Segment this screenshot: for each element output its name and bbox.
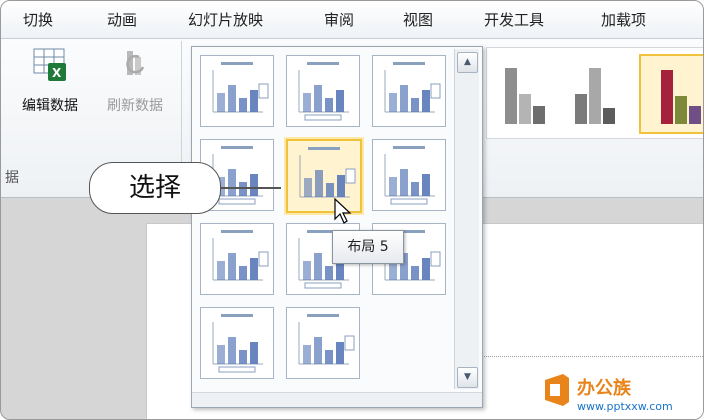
tab-view[interactable]: 视图	[403, 9, 433, 30]
svg-text:X: X	[52, 66, 62, 80]
tab-developer[interactable]: 开发工具	[484, 9, 544, 30]
chart-layout-thumb[interactable]	[286, 307, 360, 379]
tab-review[interactable]: 审阅	[324, 9, 354, 30]
app-window: 切换 动画 幻灯片放映 审阅 视图 开发工具 加载项 X 编辑数据 刷新数据 据…	[0, 0, 704, 420]
mouse-cursor-icon	[334, 197, 352, 224]
chart-layout-thumb[interactable]	[200, 307, 274, 379]
chart-style-thumb-gray-2[interactable]	[567, 54, 635, 130]
layout-tooltip: 布局 5	[332, 230, 404, 264]
scroll-up-button[interactable]: ▲	[457, 52, 478, 73]
edit-data-button[interactable]: X 编辑数据	[9, 45, 91, 115]
group-label: 据	[5, 170, 19, 186]
refresh-data-button[interactable]: 刷新数据	[95, 45, 175, 115]
chart-layout-gallery: ▲ ▼	[191, 46, 483, 408]
excel-sheet-icon: X	[33, 48, 66, 81]
refresh-data-icon	[126, 51, 145, 75]
slide-divider	[481, 356, 703, 359]
refresh-data-label: 刷新数据	[107, 98, 163, 114]
watermark: 办公族 www.pptxxw.com	[541, 372, 701, 417]
edit-data-label: 编辑数据	[22, 98, 78, 114]
chart-layout-thumb[interactable]	[200, 223, 274, 295]
tab-addins[interactable]: 加载项	[601, 9, 646, 30]
gallery-scrollbar[interactable]: ▲ ▼	[454, 49, 479, 389]
menu-bar: 切换 动画 幻灯片放映 审阅 视图 开发工具 加载项	[1, 1, 703, 39]
watermark-url: www.pptxxw.com	[577, 400, 673, 413]
callout-pointer-line	[219, 187, 281, 189]
chart-layout-thumb[interactable]	[286, 55, 360, 127]
watermark-brand: 办公族	[577, 378, 631, 399]
chart-layout-thumb[interactable]	[200, 55, 274, 127]
chart-style-thumb-color[interactable]	[639, 54, 703, 134]
scroll-down-button[interactable]: ▼	[457, 367, 478, 388]
chart-layout-thumb[interactable]	[372, 55, 446, 127]
resize-grip[interactable]	[192, 392, 482, 407]
chart-style-thumb-gray[interactable]	[495, 54, 563, 130]
tab-animations[interactable]: 动画	[107, 9, 137, 30]
chart-styles-strip	[486, 47, 703, 139]
tab-slideshow[interactable]: 幻灯片放映	[188, 9, 263, 30]
office-logo-icon	[545, 374, 569, 406]
tab-transitions[interactable]: 切换	[23, 9, 53, 30]
chart-layout-thumb[interactable]	[372, 139, 446, 211]
callout-bubble: 选择	[89, 162, 221, 214]
